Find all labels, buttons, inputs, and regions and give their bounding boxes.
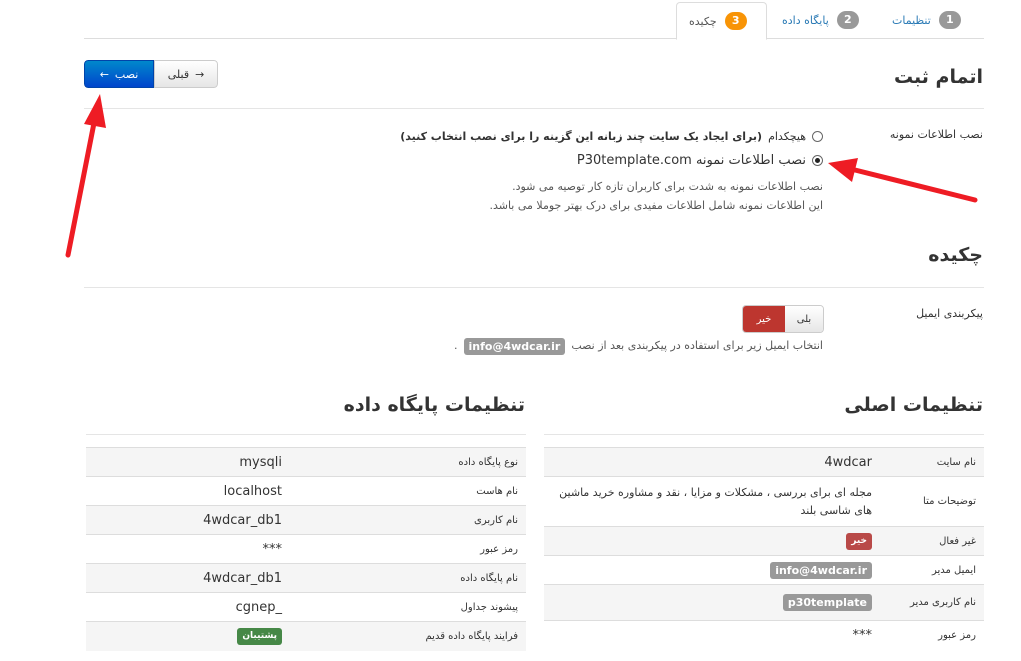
row-value: 4wdcar xyxy=(544,447,880,477)
radio-sample-label: نصب اطلاعات نمونه P30template.com xyxy=(576,153,806,168)
radio-button-selected[interactable] xyxy=(812,155,823,166)
sample-data-label: نصب اطلاعات نمونه xyxy=(889,128,983,141)
trailing-dot: . xyxy=(454,339,458,352)
row-value: _cgnep xyxy=(86,592,290,622)
section-divider xyxy=(84,287,984,288)
email-help: انتخاب ایمیل زیر برای استفاده در پیکربند… xyxy=(454,337,823,355)
tab-settings[interactable]: 1 تنظیمات xyxy=(880,2,984,38)
row-key: رمز عبور xyxy=(290,534,526,564)
help-line-1: نصب اطلاعات نمونه به شدت برای کاربران تا… xyxy=(512,180,823,193)
row-key: نام کاربری xyxy=(290,505,526,535)
status-badge: خیر xyxy=(846,533,872,550)
row-value: 4wdcar_db1 xyxy=(86,505,290,535)
email-help-text: انتخاب ایمیل زیر برای استفاده در پیکربند… xyxy=(571,339,823,352)
help-line-2: این اطلاعات نمونه شامل اطلاعات مفیدی برا… xyxy=(489,199,823,212)
row-value: 4wdcar_db1 xyxy=(86,563,290,593)
username-badge: p30template xyxy=(782,594,872,611)
row-key: نام سایت xyxy=(880,447,984,477)
table-row: رمز عبور *** xyxy=(544,620,984,650)
db-settings-title: تنظیمات پایگاه داده xyxy=(343,394,525,416)
row-value-text: 4wdcar xyxy=(824,454,872,470)
tabs-divider xyxy=(84,38,984,39)
radio-none-note: (برای ایجاد یک سایت چند زبانه این گزینه … xyxy=(400,130,763,143)
email-badge: info@4wdcar.ir xyxy=(463,337,566,355)
row-value: *** xyxy=(86,534,290,564)
table-row: ایمیل مدیر info@4wdcar.ir xyxy=(544,555,984,585)
table-row: نام پایگاه داده 4wdcar_db1 xyxy=(86,563,526,593)
email-config-label: پیکربندی ایمیل xyxy=(916,307,983,320)
tab-database[interactable]: 2 پایگاه داده xyxy=(770,2,880,38)
table-row: فرایند پایگاه داده قدیم پشتیبان xyxy=(86,621,526,651)
row-value: پشتیبان xyxy=(86,621,290,651)
toggle-yes-button[interactable]: بلی xyxy=(785,306,823,332)
tab-label: چکیده xyxy=(689,14,717,28)
toggle-no-button[interactable]: خیر xyxy=(743,306,785,332)
table-row: نام سایت 4wdcar xyxy=(544,447,984,477)
row-value: *** xyxy=(544,620,880,650)
db-settings-table: نوع پایگاه داده mysqli نام هاست localhos… xyxy=(86,447,526,651)
row-value: خیر xyxy=(544,526,880,556)
row-key: نام پایگاه داده xyxy=(290,563,526,593)
install-button[interactable]: نصب ← xyxy=(84,60,154,88)
tab-number: 2 xyxy=(836,11,859,29)
row-value: info@4wdcar.ir xyxy=(544,555,880,585)
arrow-to-install-button xyxy=(65,94,106,258)
email-badge: info@4wdcar.ir xyxy=(770,561,872,579)
row-key: نوع پایگاه داده xyxy=(290,447,526,477)
tab-number: 3 xyxy=(724,12,747,30)
table-row: نام کاربری مدیر p30template xyxy=(544,584,984,621)
section-divider xyxy=(86,434,526,435)
main-settings-title: تنظیمات اصلی xyxy=(844,394,983,416)
previous-label: قبلی xyxy=(167,67,190,81)
row-key: غیر فعال xyxy=(880,526,984,556)
row-value: mysqli xyxy=(86,447,290,477)
radio-sample[interactable]: نصب اطلاعات نمونه P30template.com xyxy=(577,153,823,168)
row-key: پیشوند جداول xyxy=(290,592,526,622)
summary-title: چکیده xyxy=(928,244,983,266)
table-row: رمز عبور *** xyxy=(86,534,526,564)
radio-button[interactable] xyxy=(812,131,823,142)
row-key: فرایند پایگاه داده قدیم xyxy=(290,621,526,651)
table-row: توضیحات متا مجله ای برای بررسی ، مشکلات … xyxy=(544,476,984,527)
table-row: پیشوند جداول _cgnep xyxy=(86,592,526,622)
table-row: غیر فعال خیر xyxy=(544,526,984,556)
row-key: توضیحات متا xyxy=(880,476,984,527)
row-key: ایمیل مدیر xyxy=(880,555,984,585)
row-value: مجله ای برای بررسی ، مشکلات و مزایا ، نق… xyxy=(544,476,880,527)
tab-summary[interactable]: 3 چکیده xyxy=(676,2,767,40)
table-row: نام هاست localhost xyxy=(86,476,526,506)
action-buttons: نصب ← → قبلی xyxy=(84,60,218,88)
row-value: p30template xyxy=(544,584,880,621)
section-divider xyxy=(84,108,984,109)
finish-title: اتمام ثبت xyxy=(893,66,983,88)
tab-label: تنظیمات xyxy=(892,13,931,27)
previous-button[interactable]: → قبلی xyxy=(154,60,218,88)
arrow-right-icon: → xyxy=(195,67,205,81)
row-key: نام هاست xyxy=(290,476,526,506)
tab-label: پایگاه داده xyxy=(782,13,829,27)
section-divider xyxy=(544,434,984,435)
table-row: نوع پایگاه داده mysqli xyxy=(86,447,526,477)
arrow-to-sample-radio xyxy=(828,158,978,203)
radio-none[interactable]: هیچکدام (برای ایجاد یک سایت چند زبانه ای… xyxy=(400,130,823,143)
email-toggle: خیر بلی xyxy=(742,305,824,333)
table-row: نام کاربری 4wdcar_db1 xyxy=(86,505,526,535)
backup-badge: پشتیبان xyxy=(237,628,282,646)
row-key: رمز عبور xyxy=(880,620,984,650)
arrow-left-icon: ← xyxy=(99,67,109,81)
row-key: نام کاربری مدیر xyxy=(880,584,984,621)
install-label: نصب xyxy=(114,67,139,81)
radio-none-label: هیچکدام xyxy=(768,130,806,143)
row-value: localhost xyxy=(86,476,290,506)
main-settings-table: نام سایت 4wdcar توضیحات متا مجله ای برای… xyxy=(544,447,984,650)
tab-number: 1 xyxy=(938,11,961,29)
